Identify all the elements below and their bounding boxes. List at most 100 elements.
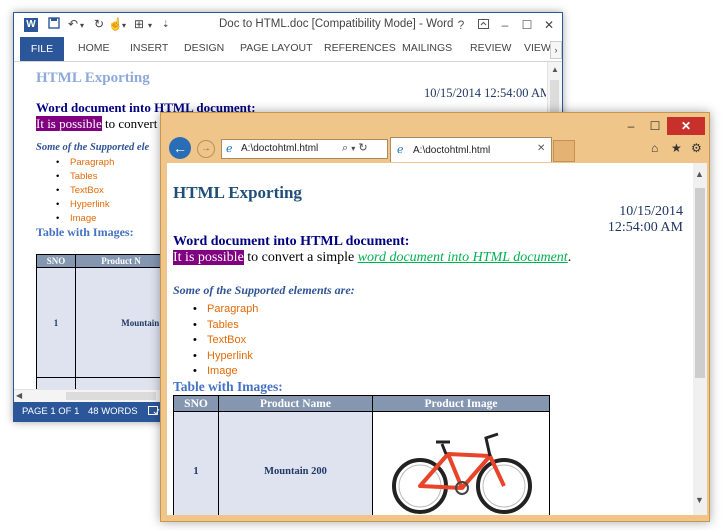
tab-doctohtml[interactable]: ℯ A:\doctohtml.html ✕	[390, 137, 552, 162]
table-insert-icon[interactable]: ⊞	[134, 17, 144, 31]
forward-button[interactable]: →	[197, 140, 215, 158]
paragraph-text: to convert a simple	[243, 250, 358, 265]
customize-toolbar-icon[interactable]: ⇣	[162, 19, 170, 30]
document-link[interactable]: word document into HTML document	[358, 250, 568, 265]
product-cell: Mountain 2	[75, 267, 167, 378]
paragraph-text: to convert a	[101, 116, 167, 131]
table-row: 1 Mountain 2	[36, 267, 167, 378]
page-heading: Word document into HTML document:	[173, 234, 410, 249]
minimize-button[interactable]: –	[494, 16, 516, 34]
doc-title: HTML Exporting	[36, 70, 150, 86]
product-table: SNO Product Name Product Image 1 Mountai…	[173, 395, 550, 515]
table-header: Product N	[75, 254, 167, 268]
tab-close-icon[interactable]: ✕	[537, 143, 545, 154]
list-item: Paragraph	[56, 156, 114, 170]
gear-icon[interactable]: ⚙	[691, 141, 702, 155]
page-title: HTML Exporting	[173, 183, 302, 202]
page-icon: ℯ	[226, 143, 233, 155]
scroll-thumb[interactable]	[695, 188, 705, 378]
address-bar[interactable]: ℯ A:\doctohtml.html ⌕ ▾ ↻	[221, 139, 388, 159]
undo-dropdown-icon[interactable]: ▾	[80, 21, 84, 30]
browser-frame: – ☐ ✕ ← → ℯ A:\doctohtml.html ⌕ ▾ ↻ ℯ A:…	[161, 113, 709, 163]
address-tools: ⌕ ▾ ↻	[342, 141, 368, 155]
tab-file[interactable]: FILE	[20, 37, 64, 61]
scroll-left-icon[interactable]: ◀	[16, 391, 22, 400]
address-url[interactable]: A:\doctohtml.html	[241, 143, 318, 154]
highlighted-text: It is possible	[36, 116, 102, 131]
tab-page-icon: ℯ	[397, 144, 404, 156]
paragraph-end: .	[567, 250, 572, 265]
table-row	[36, 377, 167, 389]
home-icon[interactable]: ⌂	[651, 141, 658, 155]
tab-mailings[interactable]: MAILINGS	[402, 42, 452, 54]
tab-design[interactable]: DESIGN	[184, 42, 224, 54]
list-item: Paragraph	[193, 302, 258, 318]
highlighted-text: It is possible	[173, 250, 244, 265]
page-subheading: Some of the Supported elements are:	[173, 283, 355, 297]
product-cell: Mountain 200	[218, 411, 373, 515]
word-app-icon[interactable]: W	[24, 18, 38, 32]
touch-mode-icon[interactable]: ☝	[108, 17, 123, 31]
doc-subheading: Some of the Supported ele	[36, 142, 150, 153]
supported-elements-list: Paragraph Tables TextBox Hyperlink Image	[193, 302, 258, 380]
undo-icon[interactable]: ↶	[68, 17, 78, 31]
word-title-bar: W ↶ ▾ ↻ ☝ ▾ ⊞ ▾ ⇣ Doc to HTML.doc [Compa…	[14, 13, 562, 37]
maximize-button[interactable]: ☐	[516, 16, 538, 34]
tab-home[interactable]: HOME	[78, 42, 110, 54]
product-table: SNO Product N 1 Mountain 2	[36, 254, 167, 389]
sno-cell: 1	[173, 411, 219, 515]
list-item: Image	[193, 364, 258, 380]
browser-vertical-scrollbar[interactable]: ▲ ▼	[693, 163, 707, 515]
search-icon[interactable]: ⌕	[342, 142, 348, 154]
save-icon[interactable]	[48, 17, 60, 32]
hscroll-thumb[interactable]	[66, 392, 156, 400]
list-item: Hyperlink	[56, 198, 114, 212]
scroll-up-icon[interactable]: ▲	[695, 169, 704, 179]
table-dropdown-icon[interactable]: ▾	[148, 21, 152, 30]
product-image-cell	[372, 411, 550, 515]
close-button[interactable]: ✕	[667, 117, 705, 135]
doc-paragraph: It is possible to convert a	[36, 116, 166, 132]
ribbon-tabs: FILE HOME INSERT DESIGN PAGE LAYOUT REFE…	[14, 37, 562, 62]
table-header: SNO	[173, 395, 219, 412]
close-button[interactable]: ✕	[538, 16, 560, 34]
list-item: Tables	[56, 170, 114, 184]
word-window-title: Doc to HTML.doc [Compatibility Mode] - W…	[219, 18, 454, 30]
list-item: Tables	[193, 318, 258, 334]
word-count[interactable]: 48 WORDS	[88, 406, 138, 417]
page-paragraph: It is possible to convert a simple word …	[173, 250, 571, 266]
browser-window: – ☐ ✕ ← → ℯ A:\doctohtml.html ⌕ ▾ ↻ ℯ A:…	[160, 112, 710, 522]
list-item: Hyperlink	[193, 349, 258, 365]
scroll-down-icon[interactable]: ▼	[695, 495, 704, 505]
tab-review[interactable]: REVIEW	[470, 42, 511, 54]
repeat-icon[interactable]: ↻	[94, 17, 104, 31]
list-item: Image	[56, 212, 114, 226]
page-count[interactable]: PAGE 1 OF 1	[22, 406, 79, 417]
new-tab-button[interactable]	[553, 140, 575, 162]
table-header: SNO	[36, 254, 76, 268]
tab-page-layout[interactable]: PAGE LAYOUT	[240, 42, 313, 54]
table-row: 1 Mountain 200	[173, 411, 550, 515]
list-item: TextBox	[193, 333, 258, 349]
ribbon-scroll-right-icon[interactable]: ›	[550, 41, 562, 59]
maximize-button[interactable]: ☐	[643, 117, 667, 135]
minimize-button[interactable]: –	[619, 117, 643, 135]
help-button[interactable]: ?	[450, 16, 472, 34]
browser-content[interactable]: HTML Exporting 10/15/2014 12:54:00 AM Wo…	[167, 163, 693, 515]
table-heading: Table with Images:	[173, 379, 283, 394]
doc-date: 10/15/2014 12:54:00 AM	[424, 86, 546, 100]
table-header: Product Image	[372, 395, 550, 412]
tab-view[interactable]: VIEW	[524, 42, 551, 54]
back-button[interactable]: ←	[169, 137, 191, 159]
touch-dropdown-icon[interactable]: ▾	[122, 21, 126, 30]
refresh-icon[interactable]: ↻	[358, 142, 367, 154]
tab-references[interactable]: REFERENCES	[324, 42, 396, 54]
proofing-icon[interactable]	[148, 406, 160, 419]
page-date: 10/15/2014 12:54:00 AM	[607, 204, 683, 235]
favorites-icon[interactable]: ★	[671, 141, 682, 155]
table-heading: Table with Images:	[36, 225, 134, 239]
ribbon-display-icon[interactable]	[472, 16, 494, 34]
scroll-up-icon[interactable]: ▲	[551, 65, 559, 74]
search-dropdown-icon[interactable]: ▾	[351, 144, 355, 153]
tab-insert[interactable]: INSERT	[130, 42, 168, 54]
